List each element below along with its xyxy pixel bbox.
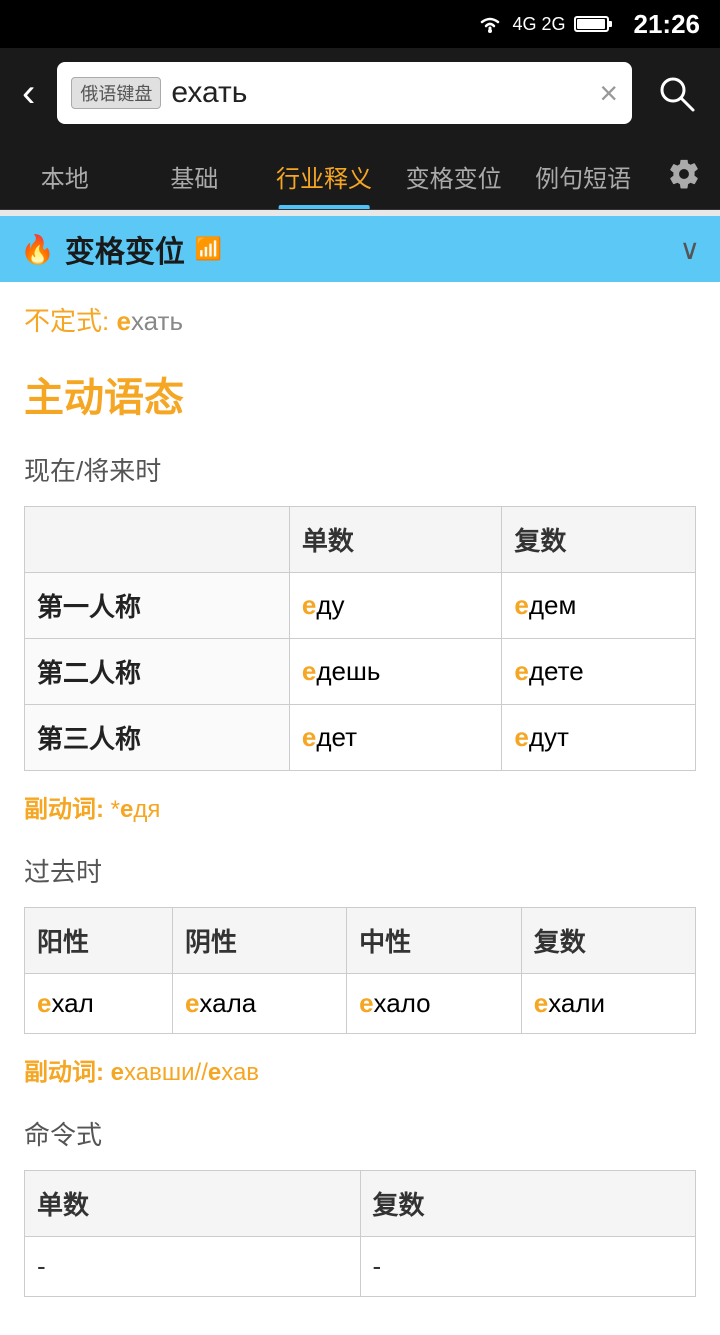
keyboard-badge: 俄语键盘 xyxy=(71,77,161,109)
imp-singular-header: 单数 xyxy=(25,1171,361,1237)
infinitive-line: 不定式: ехать xyxy=(24,302,696,341)
tab-conjugation[interactable]: 变格变位 xyxy=(389,138,519,209)
participle-highlight: е xyxy=(120,796,133,823)
plural-header: 复数 xyxy=(502,507,696,573)
imperative-table: 单数 复数 - - xyxy=(24,1170,696,1297)
plural-past-header: 复数 xyxy=(521,908,695,974)
imp-plural-header: 复数 xyxy=(360,1171,696,1237)
search-button[interactable] xyxy=(644,61,708,125)
feminine-header: 阴性 xyxy=(172,908,346,974)
present-future-table: 单数 复数 第一人称 еду едем 第二人称 едешь едете 第三人… xyxy=(24,506,696,771)
past-part-r1: хавши// xyxy=(124,1059,208,1086)
wifi-icon xyxy=(476,14,504,34)
past-part-h1: е xyxy=(111,1059,124,1086)
infinitive-label: 不定式: xyxy=(24,306,109,336)
singular-header: 单数 xyxy=(289,507,502,573)
table-row: 第一人称 еду едем xyxy=(25,573,696,639)
gear-icon xyxy=(667,157,701,191)
status-icons: 4G 2G xyxy=(476,14,613,35)
tab-local[interactable]: 本地 xyxy=(0,138,130,209)
search-bar: ‹ 俄语键盘 ехать × xyxy=(0,48,720,138)
status-bar: 4G 2G 21:26 xyxy=(0,0,720,48)
tab-basic[interactable]: 基础 xyxy=(130,138,260,209)
present-future-label: 现在/将来时 xyxy=(24,451,696,488)
past-tense-label: 过去时 xyxy=(24,852,696,889)
conjugation-section-header[interactable]: 🔥 变格变位 📶 ∨ xyxy=(0,216,720,282)
participle-rest: дя xyxy=(133,796,160,823)
past-fem: ехала xyxy=(172,974,346,1034)
past-part-r2: хав xyxy=(221,1059,259,1086)
nav-tabs: 本地 基础 行业释义 变格变位 例句短语 xyxy=(0,138,720,210)
participle-star: * xyxy=(111,796,120,823)
table-row: ехал ехала ехало ехали xyxy=(25,974,696,1034)
section-header-title: 🔥 变格变位 📶 xyxy=(20,227,222,271)
content-area: 不定式: ехать 主动语态 现在/将来时 单数 复数 第一人称 еду ед… xyxy=(0,282,720,1335)
imp-plural-val: - xyxy=(360,1237,696,1297)
imp-singular-val: - xyxy=(25,1237,361,1297)
past-tense-table: 阳性 阴性 中性 复数 ехал ехала ехало ехали xyxy=(24,907,696,1034)
wifi-small-icon: 📶 xyxy=(195,236,222,262)
imperative-label: 命令式 xyxy=(24,1115,696,1152)
past-participle-label: 副动词: xyxy=(24,1059,111,1086)
past-participle-line: 副动词: ехавши//ехав xyxy=(24,1052,696,1087)
tab-examples[interactable]: 例句短语 xyxy=(518,138,648,209)
battery-icon xyxy=(574,14,614,34)
past-neut: ехало xyxy=(347,974,522,1034)
first-person-label: 第一人称 xyxy=(25,573,290,639)
masculine-header: 阳性 xyxy=(25,908,173,974)
third-plural: едут xyxy=(502,705,696,771)
third-person-label: 第三人称 xyxy=(25,705,290,771)
second-plural: едете xyxy=(502,639,696,705)
table-row: - - xyxy=(25,1237,696,1297)
fire-icon: 🔥 xyxy=(20,233,55,266)
third-singular: едет xyxy=(289,705,502,771)
imperative-section: 命令式 单数 复数 - - xyxy=(24,1115,696,1297)
active-voice-title: 主动语态 xyxy=(24,365,696,423)
table-row: 第三人称 едет едут xyxy=(25,705,696,771)
clear-button[interactable]: × xyxy=(599,75,618,112)
chevron-down-icon[interactable]: ∨ xyxy=(680,233,701,266)
neuter-header: 中性 xyxy=(347,908,522,974)
table-empty-header xyxy=(25,507,290,573)
second-singular: едешь xyxy=(289,639,502,705)
section-header-text: 变格变位 xyxy=(65,227,185,271)
table-row: 第二人称 едешь едете xyxy=(25,639,696,705)
present-participle-line: 副动词: *едя xyxy=(24,789,696,824)
participle-label: 副动词: xyxy=(24,796,111,823)
past-part-h2: е xyxy=(208,1059,221,1086)
infinitive-rest: хать xyxy=(131,306,183,336)
first-plural: едем xyxy=(502,573,696,639)
search-input-wrapper[interactable]: 俄语键盘 ехать × xyxy=(57,62,632,124)
status-time: 21:26 xyxy=(634,9,701,40)
settings-button[interactable] xyxy=(648,138,720,209)
tab-industry[interactable]: 行业释义 xyxy=(259,138,389,209)
search-query: ехать xyxy=(171,76,589,110)
past-plur: ехали xyxy=(521,974,695,1034)
first-singular: еду xyxy=(289,573,502,639)
back-button[interactable]: ‹ xyxy=(12,71,45,116)
infinitive-highlight: е xyxy=(116,306,130,336)
second-person-label: 第二人称 xyxy=(25,639,290,705)
search-icon xyxy=(656,73,696,113)
past-masc: ехал xyxy=(25,974,173,1034)
signal-text: 4G 2G xyxy=(512,14,565,35)
